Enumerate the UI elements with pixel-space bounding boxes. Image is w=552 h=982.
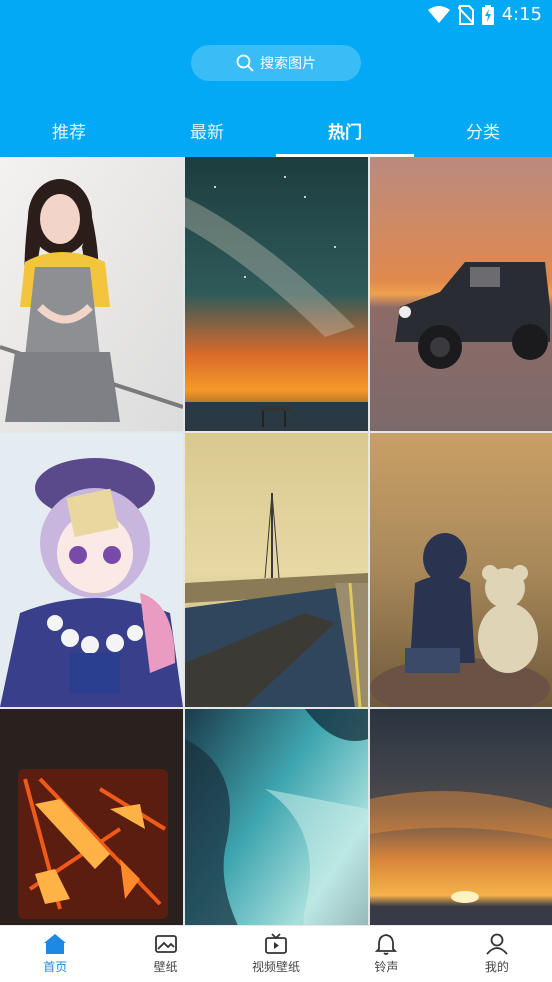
teal-abstract-wallpaper	[185, 709, 368, 925]
ocean-sunset-wallpaper	[370, 709, 552, 925]
status-bar: 4:15	[0, 0, 552, 32]
wallpaper-tile-teddy[interactable]	[370, 433, 552, 707]
anime-girl-wallpaper	[0, 433, 183, 707]
battery-charging-icon	[481, 4, 494, 25]
user-icon	[485, 933, 509, 955]
wallpaper-tile-anime[interactable]	[0, 433, 183, 707]
nav-wallpaper[interactable]: 壁纸	[110, 926, 220, 982]
milky-way-sunset-wallpaper	[185, 157, 368, 431]
portrait-girl-wallpaper	[0, 157, 183, 431]
image-icon	[154, 933, 178, 955]
jeep-sunset-wallpaper	[370, 157, 552, 431]
wallpaper-tile-galaxy[interactable]	[185, 157, 368, 431]
header-bar: 4:15 搜索图片 推荐 最新 热门 分类	[0, 0, 552, 157]
tab-category[interactable]: 分类	[414, 104, 552, 157]
home-icon	[43, 933, 67, 955]
lava-logo-wallpaper	[0, 709, 183, 925]
nav-home-label: 首页	[43, 960, 68, 974]
no-sim-icon	[457, 4, 474, 25]
tab-recommend[interactable]: 推荐	[0, 104, 138, 157]
nav-mine-label: 我的	[484, 960, 509, 974]
bottom-navigation: 首页 壁纸 视频壁纸 铃声 我的	[0, 925, 552, 982]
search-icon	[236, 54, 254, 72]
wallpaper-tile-portrait[interactable]	[0, 157, 183, 431]
wallpaper-tile-abstract[interactable]	[185, 709, 368, 925]
wallpaper-tile-lava[interactable]	[0, 709, 183, 925]
nav-ringtone-label: 铃声	[374, 960, 399, 974]
nav-home[interactable]: 首页	[0, 926, 110, 982]
nav-video-label: 视频壁纸	[252, 960, 301, 974]
nav-ringtone[interactable]: 铃声	[331, 926, 441, 982]
wifi-icon	[427, 5, 450, 24]
search-placeholder: 搜索图片	[260, 56, 316, 72]
tab-hot[interactable]: 热门	[276, 104, 414, 157]
tower-river-wallpaper	[185, 433, 368, 707]
nav-wallpaper-label: 壁纸	[153, 960, 178, 974]
search-bar[interactable]: 搜索图片	[191, 45, 361, 81]
nav-mine[interactable]: 我的	[442, 926, 552, 982]
category-tabs: 推荐 最新 热门 分类	[0, 104, 552, 157]
status-time: 4:15	[501, 4, 542, 25]
child-teddy-bear-wallpaper	[370, 433, 552, 707]
bell-icon	[374, 933, 398, 955]
wallpaper-tile-jeep[interactable]	[370, 157, 552, 431]
tab-latest[interactable]: 最新	[138, 104, 276, 157]
wallpaper-tile-river[interactable]	[185, 433, 368, 707]
wallpaper-grid	[0, 157, 552, 925]
nav-video-wallpaper[interactable]: 视频壁纸	[221, 926, 331, 982]
wallpaper-tile-sunset[interactable]	[370, 709, 552, 925]
video-icon	[264, 933, 288, 955]
